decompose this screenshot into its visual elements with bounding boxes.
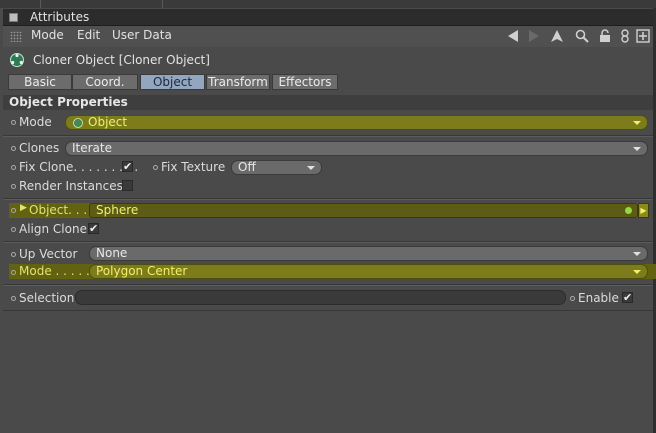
back-arrow-icon[interactable] <box>505 29 521 45</box>
distribution-mode-label: Mode . . . . . <box>19 264 90 278</box>
search-icon[interactable] <box>574 29 590 45</box>
enable-checkbox[interactable]: ✔ <box>622 292 633 303</box>
menu-mode[interactable]: Mode <box>31 28 64 42</box>
fix-clone-label: Fix Clone. . . . . . . . . <box>19 160 139 174</box>
panel-menu-icon[interactable] <box>9 13 18 22</box>
object-link-value: Sphere <box>96 203 139 217</box>
clones-value: Iterate <box>72 141 113 155</box>
align-clone-label: Align Clone <box>19 222 87 236</box>
tab-label: Transform <box>208 75 268 89</box>
enable-label: Enable <box>578 291 619 305</box>
distribution-mode-value: Polygon Center <box>96 264 188 278</box>
animate-dot[interactable] <box>153 165 158 170</box>
chevron-down-icon <box>633 252 641 256</box>
grip-icon[interactable] <box>10 31 22 42</box>
fix-clone-checkbox[interactable]: ✔ <box>122 161 133 172</box>
animate-dot[interactable] <box>11 227 16 232</box>
clones-dropdown[interactable]: Iterate <box>65 141 648 156</box>
object-link-field[interactable]: Sphere <box>89 203 638 218</box>
fix-texture-dropdown[interactable]: Off <box>231 160 322 175</box>
link-icon[interactable] <box>617 29 633 45</box>
animate-dot[interactable] <box>11 252 16 257</box>
top-strip-seg <box>40 0 163 8</box>
tab-label: Effectors <box>278 75 332 89</box>
tab-object[interactable]: Object <box>140 74 205 90</box>
menu-edit[interactable]: Edit <box>77 28 100 42</box>
animate-dot[interactable] <box>11 184 16 189</box>
tab-label: Basic <box>24 75 56 89</box>
tab-basic[interactable]: Basic <box>8 74 72 90</box>
up-arrow-icon[interactable] <box>549 29 565 45</box>
lock-icon[interactable] <box>597 29 613 45</box>
mode-dropdown[interactable]: Object <box>65 115 648 130</box>
fix-texture-value: Off <box>238 160 256 174</box>
panel-title: Attributes <box>30 10 90 24</box>
selection-label: Selection <box>19 291 75 305</box>
object-link-label: Object. . . <box>29 203 88 217</box>
animate-dot[interactable] <box>11 165 16 170</box>
clones-label: Clones <box>19 141 60 155</box>
animate-dot[interactable] <box>11 208 16 213</box>
status-dot-icon <box>625 207 632 214</box>
distribution-mode-dropdown[interactable]: Polygon Center <box>89 264 648 279</box>
animate-dot[interactable] <box>11 296 16 301</box>
panel-title-bar: Attributes <box>3 9 653 26</box>
forward-arrow-icon[interactable] <box>526 29 542 45</box>
new-panel-icon[interactable] <box>635 29 651 45</box>
tab-label: Coord. <box>85 75 125 89</box>
chevron-down-icon <box>633 121 641 125</box>
object-header: Cloner Object [Cloner Object] <box>3 48 653 72</box>
selection-field[interactable] <box>75 290 566 305</box>
link-menu-arrow-icon[interactable]: ▶ <box>638 203 649 218</box>
mode-label: Mode <box>19 115 52 129</box>
tab-label: Object <box>152 75 193 89</box>
section-heading: Object Properties <box>3 95 653 110</box>
animate-dot[interactable] <box>11 120 16 125</box>
divider <box>3 310 653 311</box>
up-vector-label: Up Vector <box>19 247 78 261</box>
divider <box>3 136 653 137</box>
expand-arrow-icon[interactable]: ▶ <box>20 203 27 213</box>
animate-dot[interactable] <box>570 296 575 301</box>
chevron-down-icon <box>307 166 315 170</box>
divider <box>3 242 653 243</box>
render-instances-label: Render Instances <box>19 179 123 193</box>
divider <box>3 199 653 200</box>
tab-coord[interactable]: Coord. <box>72 74 138 90</box>
divider <box>3 285 653 286</box>
menu-user-data[interactable]: User Data <box>112 28 172 42</box>
mode-value: Object <box>88 115 128 129</box>
menu-bar: Mode Edit User Data <box>3 26 653 47</box>
top-strip-seg <box>0 0 41 8</box>
up-vector-value: None <box>96 246 128 260</box>
section-title: Object Properties <box>9 95 128 109</box>
tab-effectors[interactable]: Effectors <box>272 74 338 90</box>
animate-dot[interactable] <box>11 270 16 275</box>
tab-transform[interactable]: Transform <box>206 74 270 90</box>
chevron-down-icon <box>633 147 641 151</box>
render-instances-checkbox[interactable] <box>122 180 133 191</box>
fix-texture-label: Fix Texture <box>161 160 226 174</box>
animate-dot[interactable] <box>11 146 16 151</box>
chevron-down-icon <box>633 270 641 274</box>
cloner-icon <box>9 52 25 68</box>
up-vector-dropdown[interactable]: None <box>89 246 648 261</box>
align-clone-checkbox[interactable]: ✔ <box>88 223 99 234</box>
cloner-mode-icon <box>72 117 84 129</box>
object-title: Cloner Object [Cloner Object] <box>33 53 210 67</box>
top-strip <box>0 0 656 8</box>
